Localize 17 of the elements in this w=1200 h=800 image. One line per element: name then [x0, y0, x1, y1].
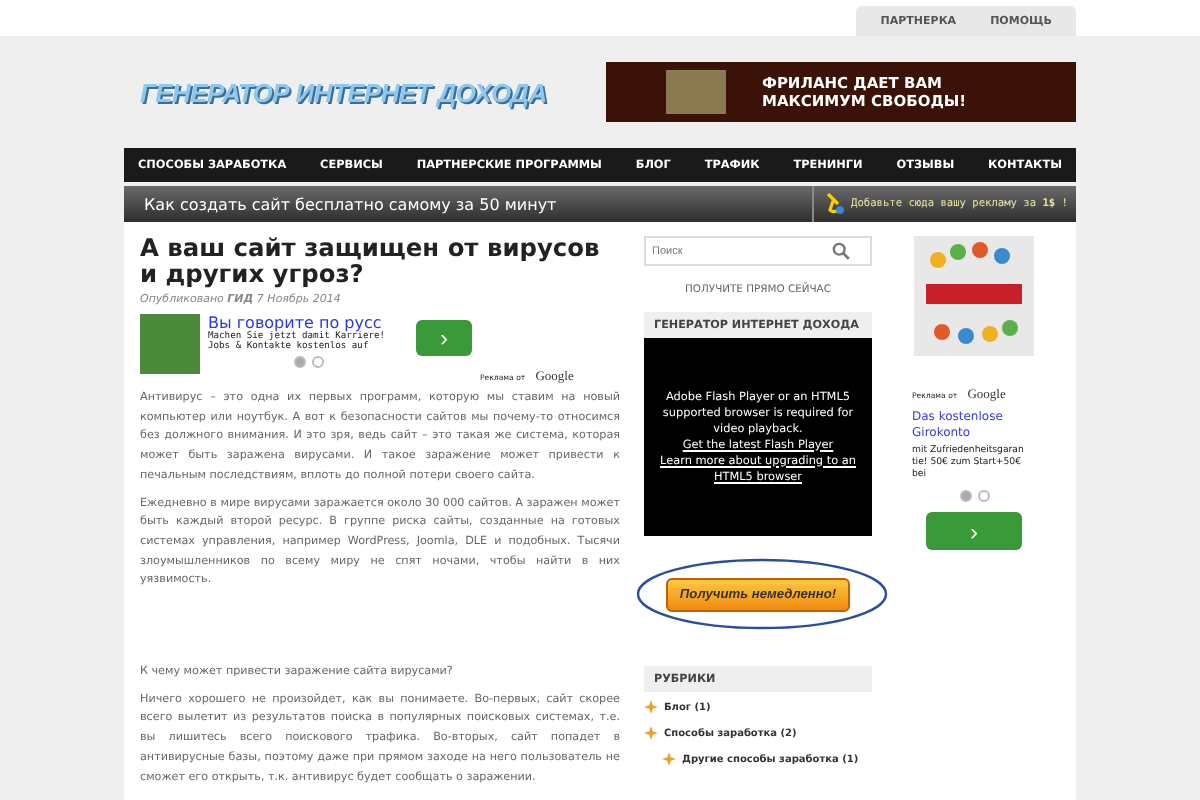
- carousel-dot[interactable]: [977, 490, 989, 502]
- search-icon[interactable]: [832, 242, 850, 260]
- ad-arrow-button[interactable]: ›: [416, 320, 472, 356]
- star-bullet-icon: [662, 752, 676, 766]
- infographic-picture[interactable]: [912, 236, 1036, 356]
- star-bullet-icon: [644, 700, 658, 714]
- ellipse-swoosh-icon: [632, 554, 892, 634]
- ad-arrow-button[interactable]: ›: [926, 512, 1022, 550]
- carousel-dot[interactable]: [293, 356, 305, 368]
- pin-icon: [821, 192, 846, 216]
- ad-title[interactable]: Вы говорите по русс: [208, 314, 408, 332]
- carousel-dot[interactable]: [311, 356, 323, 368]
- article-title[interactable]: А ваш сайт защищен от вирусов и других угроз?: [140, 236, 620, 288]
- carousel-dot[interactable]: [959, 490, 971, 502]
- photo-placeholder: [140, 314, 200, 374]
- headline-link[interactable]: Как создать сайт бесплатно самому за 50 минут: [124, 195, 557, 213]
- star-bullet-icon: [644, 726, 658, 740]
